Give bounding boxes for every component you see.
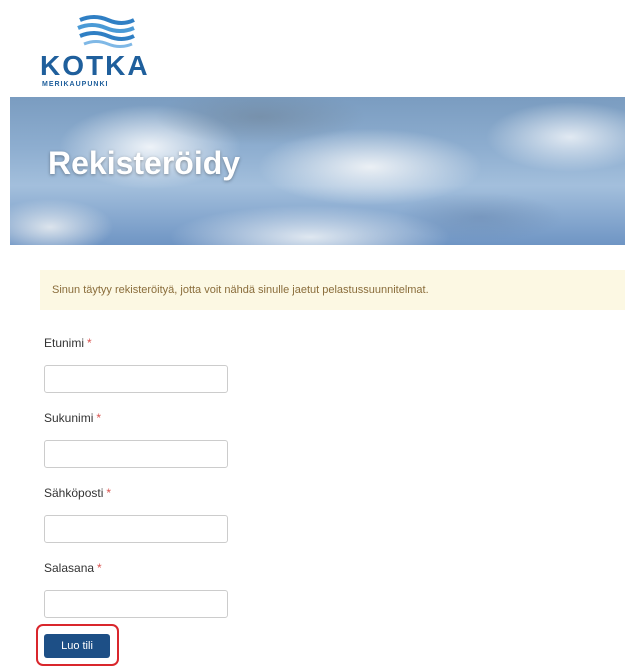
last-name-label: Sukunimi * bbox=[44, 411, 101, 425]
password-input[interactable] bbox=[44, 590, 228, 618]
email-input[interactable] bbox=[44, 515, 228, 543]
logo-name: KOTKA bbox=[40, 50, 150, 81]
page-title: Rekisteröidy bbox=[48, 145, 241, 181]
last-name-label-text: Sukunimi bbox=[44, 411, 94, 425]
registration-notice: Sinun täytyy rekisteröityä, jotta voit n… bbox=[40, 270, 625, 310]
first-name-input[interactable] bbox=[44, 365, 228, 393]
required-marker: * bbox=[96, 411, 102, 425]
first-name-label: Etunimi * bbox=[44, 336, 92, 350]
hero-banner: Rekisteröidy bbox=[10, 97, 625, 245]
waves-icon bbox=[77, 15, 135, 48]
kotka-logo[interactable]: KOTKA MERIKAUPUNKI bbox=[40, 14, 170, 90]
required-marker: * bbox=[106, 486, 112, 500]
email-label: Sähköposti * bbox=[44, 486, 111, 500]
first-name-label-text: Etunimi bbox=[44, 336, 85, 350]
password-label: Salasana * bbox=[44, 561, 102, 575]
required-marker: * bbox=[87, 336, 92, 350]
create-account-button[interactable]: Luo tili bbox=[44, 634, 110, 658]
required-marker: * bbox=[97, 561, 102, 575]
email-label-text: Sähköposti bbox=[44, 486, 104, 500]
password-label-text: Salasana bbox=[44, 561, 95, 575]
last-name-input[interactable] bbox=[44, 440, 228, 468]
logo-subtitle: MERIKAUPUNKI bbox=[42, 81, 109, 88]
